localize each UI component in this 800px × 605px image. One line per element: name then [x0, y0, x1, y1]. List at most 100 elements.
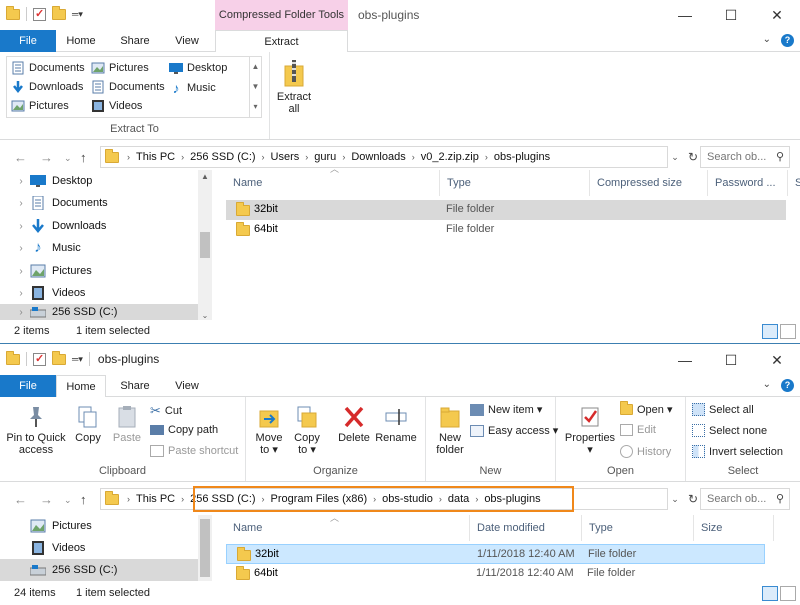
- rename-button[interactable]: Rename: [374, 405, 418, 444]
- cut-button[interactable]: ✂ Cut: [150, 403, 182, 419]
- breadcrumb-obs-plugins[interactable]: obs-plugins: [494, 151, 550, 163]
- expand-ribbon-icon[interactable]: ⌄: [763, 34, 771, 47]
- copy-to-button[interactable]: Copy to ▾: [290, 405, 324, 456]
- nav-pictures[interactable]: Pictures: [0, 515, 198, 537]
- tab-share[interactable]: Share: [108, 30, 162, 52]
- open-button[interactable]: Open ▾: [620, 401, 673, 416]
- extract-to-videos[interactable]: Videos: [91, 99, 142, 113]
- gallery-scroll[interactable]: ▲ ▼ ▾: [249, 57, 261, 117]
- column-compressed-size[interactable]: Compressed size: [590, 170, 708, 196]
- nav-desktop[interactable]: › Desktop: [0, 170, 198, 192]
- tab-extract[interactable]: Extract: [215, 30, 348, 53]
- copy-button[interactable]: Copy: [70, 405, 106, 444]
- help-icon[interactable]: ?: [781, 379, 794, 392]
- help-icon[interactable]: ?: [781, 34, 794, 47]
- maximize-button[interactable]: ☐: [708, 345, 754, 375]
- new-folder-button[interactable]: New folder: [430, 405, 470, 456]
- extract-to-pictures-2[interactable]: Pictures: [11, 99, 69, 113]
- properties-button[interactable]: Properties ▾: [562, 405, 618, 456]
- column-name[interactable]: Name: [226, 170, 440, 196]
- forward-button[interactable]: →: [40, 492, 53, 507]
- new-folder-icon[interactable]: [52, 350, 66, 365]
- nav-scrollbar[interactable]: [198, 515, 212, 581]
- easy-access-button[interactable]: Easy access ▾: [470, 424, 558, 437]
- maximize-button[interactable]: ☐: [708, 0, 754, 30]
- minimize-button[interactable]: —: [662, 345, 708, 375]
- nav-music[interactable]: › ♪ Music: [0, 237, 198, 259]
- extract-to-downloads[interactable]: Downloads: [11, 80, 83, 94]
- up-button[interactable]: ↑: [80, 492, 87, 507]
- new-item-button[interactable]: New item ▾: [470, 403, 542, 416]
- large-icons-view-icon[interactable]: [780, 586, 796, 601]
- nav-videos[interactable]: › Videos: [0, 282, 198, 304]
- nav-drive[interactable]: › 256 SSD (C:): [0, 304, 198, 320]
- tab-file[interactable]: File: [0, 375, 56, 397]
- properties-icon[interactable]: [33, 352, 46, 366]
- recent-locations-button[interactable]: ⌄: [64, 153, 72, 164]
- extract-to-music[interactable]: ♪ Music: [169, 80, 216, 96]
- extract-to-documents[interactable]: Documents: [11, 61, 85, 75]
- expand-ribbon-icon[interactable]: ⌄: [763, 379, 771, 392]
- tab-file[interactable]: File: [0, 30, 56, 52]
- file-row[interactable]: 64bit File folder: [226, 220, 786, 240]
- tab-share[interactable]: Share: [108, 375, 162, 397]
- new-folder-icon[interactable]: [52, 5, 66, 20]
- scroll-thumb[interactable]: [200, 519, 210, 577]
- details-view-icon[interactable]: [762, 586, 778, 601]
- breadcrumb-users[interactable]: Users: [271, 151, 300, 163]
- customize-toolbar-arrow-icon[interactable]: ═▾: [72, 9, 83, 20]
- pin-to-quick-access-button[interactable]: Pin to Quick access: [4, 405, 68, 456]
- select-all-button[interactable]: Select all: [692, 403, 754, 416]
- delete-button[interactable]: Delete: [336, 405, 372, 444]
- nav-pictures[interactable]: › Pictures: [0, 260, 198, 282]
- extract-to-desktop[interactable]: Desktop: [169, 61, 227, 75]
- tab-home[interactable]: Home: [56, 375, 106, 398]
- column-type[interactable]: Type: [440, 170, 590, 196]
- breadcrumb-zip[interactable]: v0_2.zip.zip: [421, 151, 479, 163]
- extract-all-button[interactable]: Extract all: [272, 58, 316, 115]
- tab-view[interactable]: View: [162, 375, 212, 397]
- close-button[interactable]: ✕: [754, 0, 800, 30]
- scroll-thumb[interactable]: [200, 232, 210, 258]
- column-date-modified[interactable]: Date modified: [470, 515, 582, 541]
- minimize-button[interactable]: —: [662, 0, 708, 30]
- properties-icon[interactable]: [33, 7, 46, 21]
- column-password[interactable]: Password ...: [708, 170, 788, 196]
- paste-shortcut-button[interactable]: Paste shortcut: [150, 445, 238, 457]
- up-button[interactable]: ↑: [80, 150, 87, 165]
- search-input[interactable]: Search ob... ⚲: [700, 146, 790, 168]
- file-row[interactable]: 32bit File folder: [226, 200, 786, 220]
- details-view-icon[interactable]: [762, 324, 778, 339]
- paste-button[interactable]: Paste: [108, 405, 146, 444]
- column-size[interactable]: Si: [788, 170, 800, 196]
- file-row[interactable]: 32bit 1/11/2018 12:40 AM File folder: [226, 544, 765, 564]
- nav-videos[interactable]: Videos: [0, 537, 198, 559]
- nav-downloads[interactable]: › Downloads: [0, 215, 198, 237]
- nav-drive[interactable]: 256 SSD (C:): [0, 559, 198, 581]
- large-icons-view-icon[interactable]: [780, 324, 796, 339]
- nav-documents[interactable]: › Documents: [0, 192, 198, 214]
- breadcrumb-this-pc[interactable]: This PC: [136, 493, 175, 505]
- extract-to-documents-2[interactable]: Documents: [91, 80, 165, 94]
- refresh-button[interactable]: [667, 146, 685, 168]
- file-row[interactable]: 64bit 1/11/2018 12:40 AM File folder: [226, 564, 765, 584]
- copy-path-button[interactable]: Copy path: [150, 424, 218, 436]
- search-input[interactable]: Search ob... ⚲: [700, 488, 790, 510]
- nav-scrollbar[interactable]: ▲ ⌄: [198, 170, 212, 320]
- select-none-button[interactable]: Select none: [692, 424, 767, 437]
- forward-button[interactable]: →: [40, 150, 53, 165]
- back-button[interactable]: ←: [14, 492, 27, 507]
- address-bar[interactable]: › This PC › 256 SSD (C:) › Users › guru › Do…: [100, 146, 668, 168]
- column-name[interactable]: Name: [226, 515, 470, 541]
- back-button[interactable]: ←: [14, 150, 27, 165]
- breadcrumb-drive[interactable]: 256 SSD (C:): [190, 151, 255, 163]
- breadcrumb-this-pc[interactable]: This PC: [136, 151, 175, 163]
- column-size[interactable]: Size: [694, 515, 774, 541]
- extract-to-pictures[interactable]: Pictures: [91, 61, 149, 75]
- recent-locations-button[interactable]: ⌄: [64, 495, 72, 506]
- edit-button[interactable]: Edit: [620, 424, 656, 436]
- column-type[interactable]: Type: [582, 515, 694, 541]
- tab-view[interactable]: View: [162, 30, 212, 52]
- customize-toolbar-arrow-icon[interactable]: ═▾: [72, 354, 83, 365]
- address-dropdown-icon[interactable]: ⌄: [666, 488, 684, 510]
